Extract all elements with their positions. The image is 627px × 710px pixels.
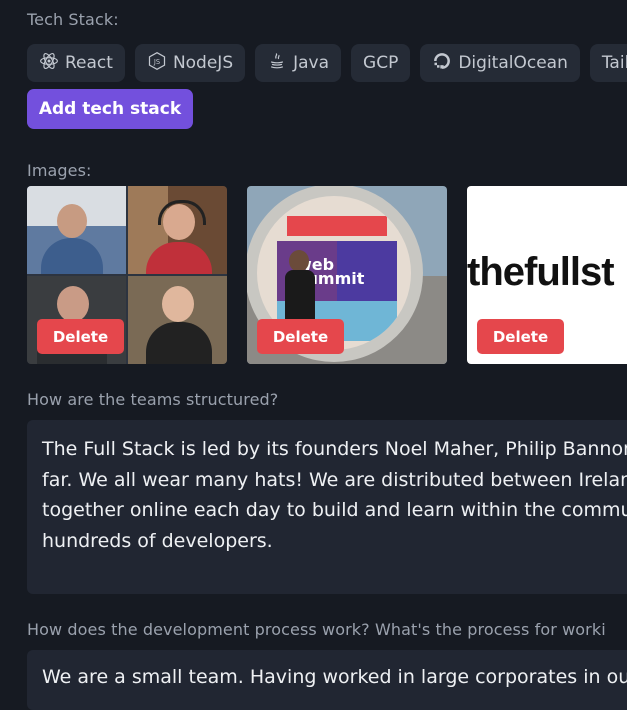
chip-label: Java — [293, 53, 330, 73]
chip-label: Tailwin — [601, 53, 627, 73]
images-label: Images: — [27, 161, 92, 180]
svg-text:JS: JS — [153, 57, 160, 65]
add-tech-stack-button[interactable]: Add tech stack — [27, 89, 193, 129]
answer-textarea-team-structure[interactable]: The Full Stack is led by its founders No… — [27, 420, 627, 594]
question-label-team-structure: How are the teams structured? — [27, 390, 279, 409]
answer-line: We are a small team. Having worked in la… — [42, 666, 627, 688]
chip-digitalocean[interactable]: DigitalOcean — [420, 44, 580, 82]
answer-line: together online each day to build and le… — [42, 499, 627, 521]
image-card-team-call: Delete — [27, 186, 227, 364]
tech-stack-chip-list: React JS NodeJS Java GCP DigitalOcean Ta… — [27, 44, 627, 84]
question-label-dev-process: How does the development process work? W… — [27, 620, 606, 639]
tech-stack-label: Tech Stack: — [27, 10, 119, 29]
digitalocean-icon — [432, 51, 452, 76]
video-tile — [128, 186, 227, 274]
react-icon — [39, 51, 59, 76]
delete-image-button[interactable]: Delete — [37, 319, 124, 354]
answer-line: hundreds of developers. — [42, 529, 273, 552]
video-tile — [27, 186, 126, 274]
chip-label: React — [65, 53, 113, 73]
answer-textarea-dev-process[interactable]: We are a small team. Having worked in la… — [27, 650, 627, 710]
answer-line: The Full Stack is led by its founders No… — [42, 438, 627, 460]
answer-line: far. We all wear many hats! We are distr… — [42, 468, 627, 491]
chip-nodejs[interactable]: JS NodeJS — [134, 44, 246, 82]
delete-image-button[interactable]: Delete — [257, 319, 344, 354]
chip-tailwind[interactable]: Tailwin — [589, 44, 627, 82]
image-card-web-summit: web summit Delete — [247, 186, 447, 364]
image-gallery: Delete web summit Delete thefullst Delet… — [27, 186, 627, 364]
logo-text: thefullst — [467, 250, 615, 294]
nodejs-icon: JS — [147, 51, 167, 76]
chip-java[interactable]: Java — [255, 44, 342, 82]
chip-react[interactable]: React — [27, 44, 125, 82]
chip-label: GCP — [363, 53, 399, 73]
chip-gcp[interactable]: GCP — [351, 44, 411, 82]
delete-image-button[interactable]: Delete — [477, 319, 564, 354]
video-tile — [128, 276, 227, 364]
chip-label: NodeJS — [172, 53, 234, 73]
chip-label: DigitalOcean — [458, 53, 568, 73]
image-card-logo: thefullst Delete — [467, 186, 627, 364]
java-icon — [267, 51, 287, 76]
